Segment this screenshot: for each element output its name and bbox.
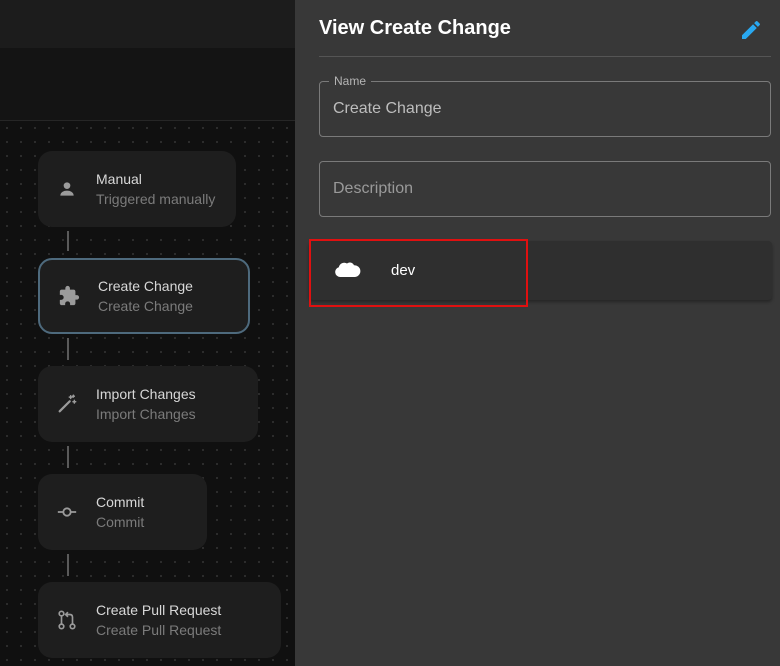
node-connector xyxy=(67,446,69,468)
details-panel: View Create Change Name dev xyxy=(295,0,780,666)
magic-wand-icon xyxy=(38,393,96,415)
person-icon xyxy=(38,179,96,199)
flow-canvas[interactable]: Manual Triggered manually Create Change … xyxy=(0,121,295,666)
node-title: Commit xyxy=(96,494,145,510)
name-field[interactable]: Name xyxy=(319,74,771,137)
puzzle-icon xyxy=(40,285,98,307)
flow-node-manual[interactable]: Manual Triggered manually xyxy=(38,151,236,227)
panel-title: View Create Change xyxy=(319,17,511,39)
node-connector xyxy=(67,554,69,576)
divider xyxy=(319,56,771,57)
node-subtitle: Import Changes xyxy=(96,406,196,422)
node-title: Create Change xyxy=(98,278,193,294)
commit-icon xyxy=(38,501,96,523)
top-bar xyxy=(0,0,295,48)
node-title: Create Pull Request xyxy=(96,602,222,618)
salesforce-cloud-icon xyxy=(333,259,361,284)
node-connector xyxy=(67,338,69,360)
flow-node-create-change[interactable]: Create Change Create Change xyxy=(38,258,250,334)
node-subtitle: Triggered manually xyxy=(96,191,216,207)
toolbar-area xyxy=(0,48,295,121)
pencil-icon[interactable] xyxy=(739,18,763,42)
description-field[interactable] xyxy=(319,161,771,217)
node-subtitle: Create Change xyxy=(98,298,193,314)
flow-node-commit[interactable]: Commit Commit xyxy=(38,474,207,550)
node-subtitle: Commit xyxy=(96,514,145,530)
environment-name: dev xyxy=(391,262,416,279)
flow-node-import-changes[interactable]: Import Changes Import Changes xyxy=(38,366,258,442)
pull-request-icon xyxy=(38,609,96,631)
name-input[interactable] xyxy=(320,82,770,136)
flow-node-create-pull-request[interactable]: Create Pull Request Create Pull Request xyxy=(38,582,281,658)
environment-item-dev[interactable]: dev xyxy=(309,241,772,300)
description-input[interactable] xyxy=(320,162,770,216)
flow-editor: Manual Triggered manually Create Change … xyxy=(0,0,295,666)
node-subtitle: Create Pull Request xyxy=(96,622,222,638)
node-title: Manual xyxy=(96,171,142,187)
node-title: Import Changes xyxy=(96,386,196,402)
node-connector xyxy=(67,231,69,251)
